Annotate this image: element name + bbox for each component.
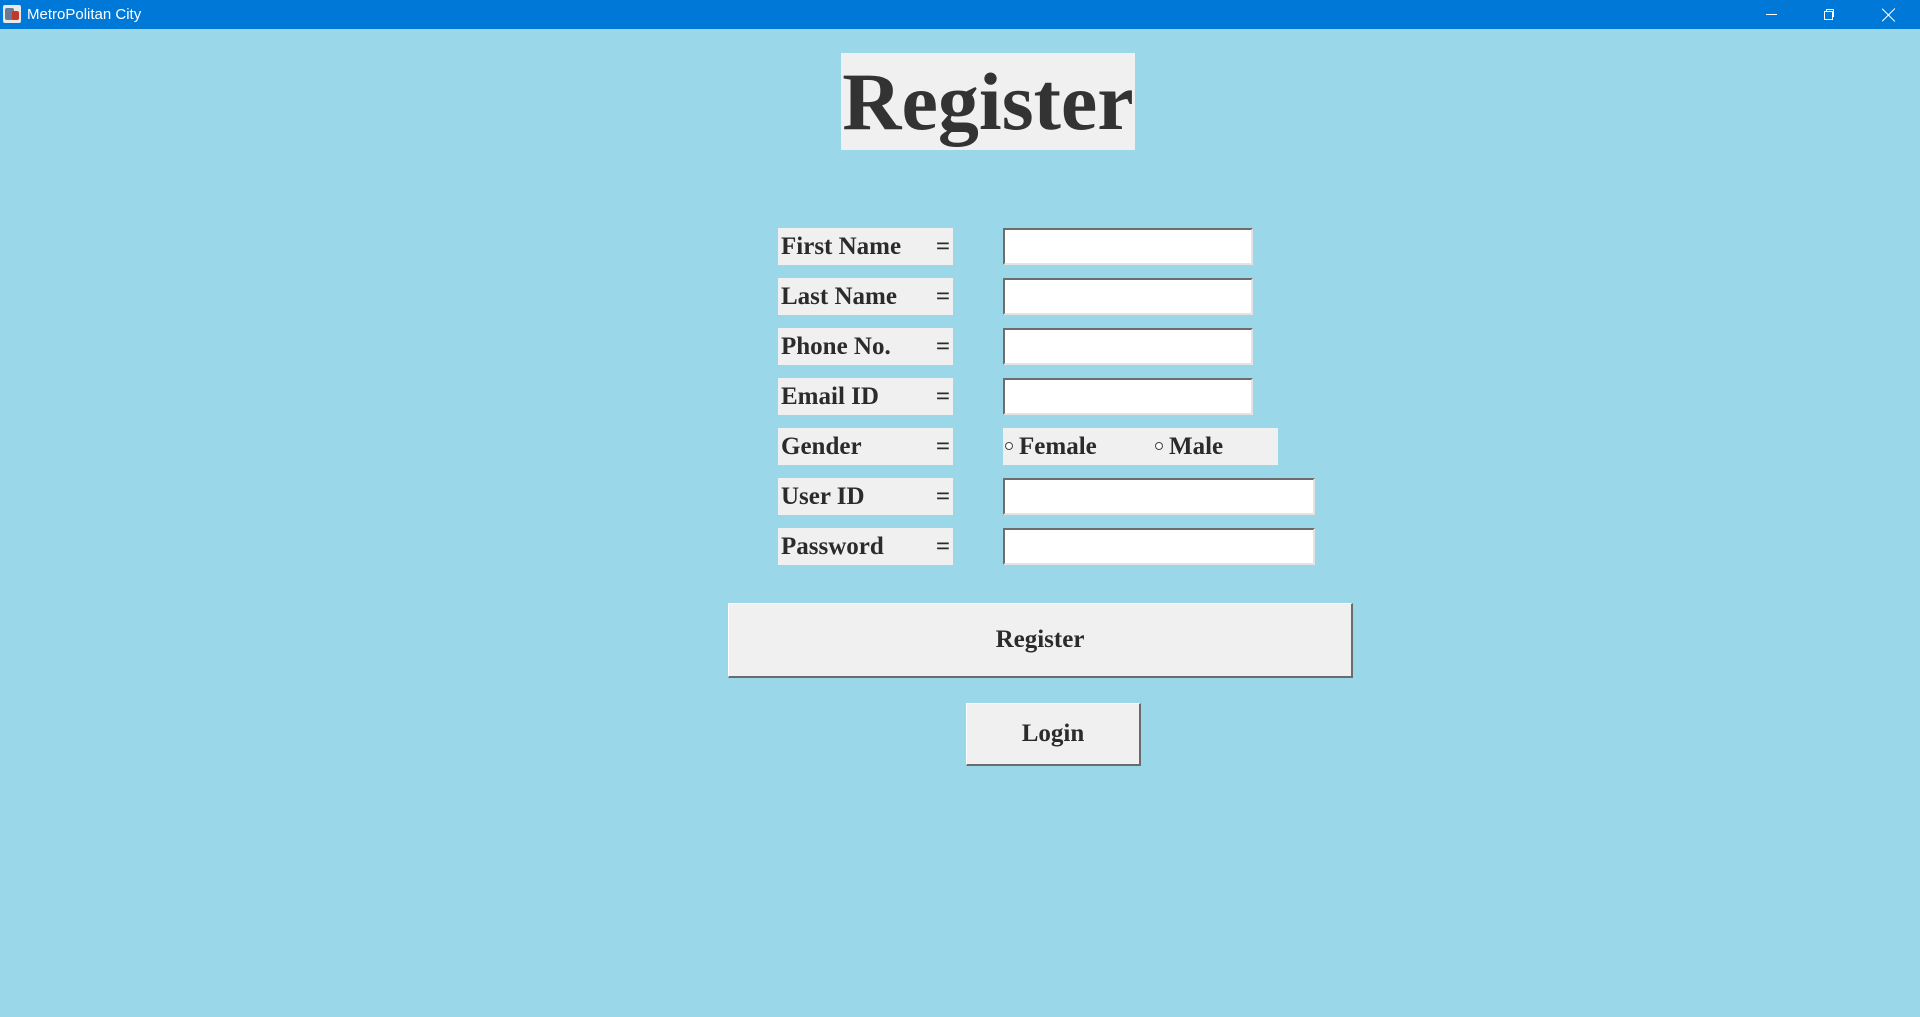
email-separator: = <box>935 383 951 410</box>
password-separator: = <box>935 533 951 560</box>
last-name-separator: = <box>935 283 951 310</box>
user-id-input[interactable] <box>1003 478 1315 515</box>
register-button[interactable]: Register <box>728 603 1353 678</box>
title-bar: MetroPolitan City <box>0 0 1920 29</box>
first-name-label: First Name = <box>778 228 953 265</box>
phone-separator: = <box>935 333 951 360</box>
email-label-text: Email ID <box>781 383 879 410</box>
page-title: Register <box>841 53 1135 150</box>
gender-radio-group: Female Male <box>1003 428 1278 465</box>
user-id-label-text: User ID <box>781 483 865 510</box>
window-title: MetroPolitan City <box>27 6 142 23</box>
first-name-input[interactable] <box>1003 228 1253 265</box>
gender-separator: = <box>935 433 951 460</box>
close-button[interactable] <box>1858 0 1920 29</box>
password-label: Password = <box>778 528 953 565</box>
phone-label-text: Phone No. <box>781 333 891 360</box>
password-label-text: Password <box>781 533 884 560</box>
gender-female-label: Female <box>1019 433 1097 460</box>
radio-button-icon[interactable] <box>1005 442 1013 450</box>
email-input[interactable] <box>1003 378 1253 415</box>
last-name-input[interactable] <box>1003 278 1253 315</box>
user-id-label: User ID = <box>778 478 953 515</box>
radio-button-icon[interactable] <box>1155 442 1163 450</box>
minimize-button[interactable] <box>1742 0 1800 29</box>
close-icon <box>1882 8 1896 22</box>
last-name-label: Last Name = <box>778 278 953 315</box>
minimize-icon <box>1765 14 1777 15</box>
restore-icon <box>1823 9 1835 20</box>
login-button[interactable]: Login <box>966 703 1141 766</box>
phone-label: Phone No. = <box>778 328 953 365</box>
email-label: Email ID = <box>778 378 953 415</box>
gender-male-label: Male <box>1169 433 1224 460</box>
app-icon <box>3 5 21 23</box>
first-name-separator: = <box>935 233 951 260</box>
gender-label-text: Gender <box>781 433 862 460</box>
user-id-separator: = <box>935 483 951 510</box>
last-name-label-text: Last Name <box>781 283 897 310</box>
gender-label: Gender = <box>778 428 953 465</box>
restore-button[interactable] <box>1800 0 1858 29</box>
password-input[interactable] <box>1003 528 1315 565</box>
phone-input[interactable] <box>1003 328 1253 365</box>
first-name-label-text: First Name <box>781 233 902 260</box>
